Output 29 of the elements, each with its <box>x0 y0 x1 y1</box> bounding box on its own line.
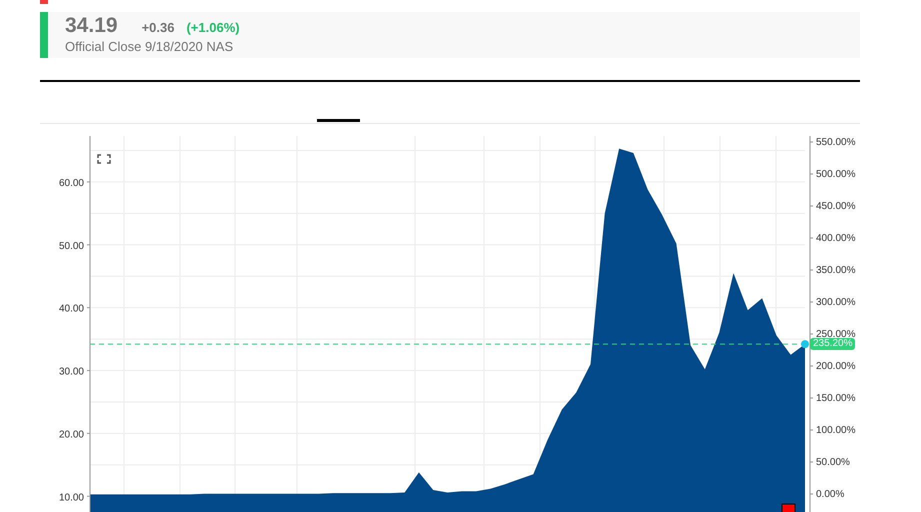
percent-axis-label: 150.00% <box>816 393 856 404</box>
y-axis-label: 30.00 <box>58 366 84 378</box>
percent-axis-label: 550.00% <box>816 137 856 148</box>
percent-axis-label: 0.00% <box>816 489 844 500</box>
last-value-badge: 235.20% <box>810 338 856 350</box>
percent-change: (+1.06%) <box>186 19 240 37</box>
y-axis-label: 10.00 <box>58 492 84 504</box>
event-marker <box>782 504 796 512</box>
percent-axis-label: 350.00% <box>816 265 856 276</box>
direction-bar <box>40 12 48 58</box>
percent-axis-label: 50.00% <box>816 457 850 468</box>
percent-axis-label: 100.00% <box>816 425 856 436</box>
percent-axis-label: 450.00% <box>816 201 856 212</box>
status-marker <box>40 0 48 4</box>
last-point-dot <box>801 340 809 348</box>
tab-indicator <box>317 119 360 122</box>
percent-axis-label: 200.00% <box>816 361 856 372</box>
price: 34.19 <box>65 13 118 39</box>
y-axis-label: 20.00 <box>58 429 84 440</box>
y-axis-label: 40.00 <box>58 304 84 315</box>
percent-axis-label: 250.00% <box>816 329 856 340</box>
close-status: Official Close 9/18/2020 NAS <box>65 39 234 55</box>
price-change: +0.36 <box>142 19 174 37</box>
percent-axis-label: 400.00% <box>816 233 856 244</box>
percent-axis-label: 500.00% <box>816 169 856 180</box>
y-axis-label: 60.00 <box>58 178 84 189</box>
y-axis-label: 50.00 <box>58 240 84 252</box>
percent-axis-label: 300.00% <box>816 297 856 308</box>
expand-icon[interactable] <box>97 154 111 164</box>
